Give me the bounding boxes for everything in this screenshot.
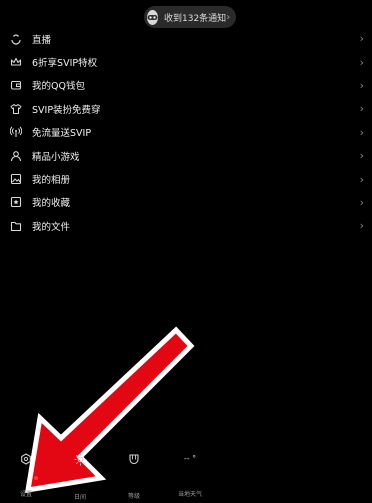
tab-label: 设置 <box>19 491 32 498</box>
weather-value: -- ° <box>183 453 197 463</box>
tab-day-mode[interactable]: 日间 <box>60 448 100 501</box>
weather-icon: -- ° <box>175 453 205 463</box>
tab-weather[interactable]: -- ° 当地天气 <box>170 448 210 499</box>
tab-label: 当地天气 <box>177 491 202 498</box>
tab-level[interactable]: 等级 <box>114 448 154 500</box>
settings-icon <box>19 453 33 465</box>
bottom-nav: 设置 日间 等级 -- ° 当地天气 <box>0 448 372 503</box>
tab-label: 等级 <box>127 493 140 500</box>
tab-settings[interactable]: 设置 <box>6 448 46 498</box>
notification-badge <box>34 476 38 480</box>
shield-icon <box>127 453 141 465</box>
annotation-arrow <box>24 326 195 494</box>
tab-label: 日间 <box>73 494 86 501</box>
sun-icon <box>73 453 87 466</box>
